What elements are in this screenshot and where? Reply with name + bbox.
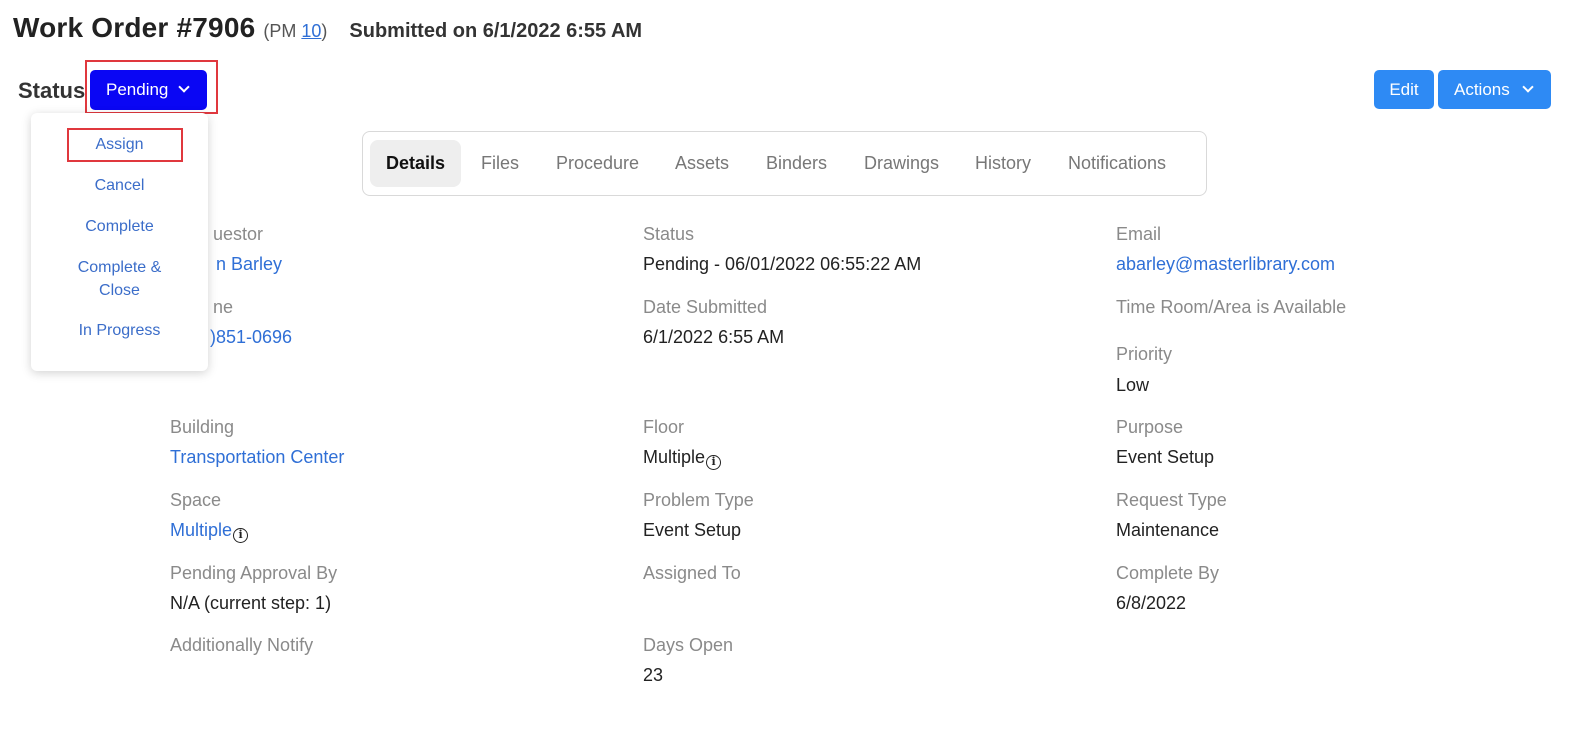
date-submitted-label: Date Submitted	[643, 297, 768, 317]
email-link[interactable]: abarley@masterlibrary.com	[1116, 254, 1335, 275]
tab-drawings[interactable]: Drawings	[864, 140, 939, 187]
date-submitted-value: 6/1/2022 6:55 AM	[643, 327, 785, 347]
status-dropdown-button[interactable]: Pending	[90, 70, 207, 110]
days-open-value: 23	[643, 665, 664, 685]
requestor-link[interactable]: n Barley	[216, 254, 282, 275]
space-value: Multiple	[170, 520, 233, 540]
days-open-label: Days Open	[643, 635, 734, 655]
menu-item-complete-close[interactable]: Complete & Close	[31, 256, 208, 302]
request-type-label: Request Type	[1116, 490, 1227, 510]
chevron-down-icon	[178, 81, 190, 93]
menu-item-in-progress[interactable]: In Progress	[31, 319, 208, 342]
info-icon[interactable]: i	[706, 455, 722, 470]
space-link[interactable]: Multiple i	[170, 520, 249, 543]
menu-item-complete-close-line1: Complete &	[77, 259, 162, 276]
phone-label: ne	[213, 297, 234, 317]
time-room-label: Time Room/Area is Available	[1116, 297, 1347, 317]
request-type-value: Maintenance	[1116, 520, 1220, 540]
priority-value: Low	[1116, 375, 1150, 395]
pm-reference: (PM 10)	[263, 21, 327, 42]
pm-link[interactable]: 10	[301, 21, 321, 41]
status-label: Status	[18, 78, 86, 103]
pm-prefix: (PM	[263, 21, 302, 41]
tab-assets[interactable]: Assets	[675, 140, 729, 187]
tab-details[interactable]: Details	[370, 140, 461, 187]
menu-item-complete[interactable]: Complete	[31, 215, 208, 238]
purpose-label: Purpose	[1116, 417, 1184, 437]
building-link[interactable]: Transportation Center	[170, 447, 344, 468]
email-label: Email	[1116, 224, 1162, 244]
tab-history[interactable]: History	[975, 140, 1031, 187]
status-current: Pending	[106, 80, 169, 99]
floor-value-wrap: Multiple i	[643, 447, 722, 470]
pending-approval-value: N/A (current step: 1)	[170, 593, 332, 613]
tab-procedure[interactable]: Procedure	[556, 140, 639, 187]
assigned-to-label: Assigned To	[643, 563, 741, 583]
chevron-down-icon	[1522, 81, 1534, 93]
phone-link[interactable]: )851-0696	[210, 327, 292, 348]
requestor-label: uestor	[213, 224, 264, 244]
tab-binders[interactable]: Binders	[766, 140, 827, 187]
info-icon[interactable]: i	[233, 528, 249, 543]
submitted-date: Submitted on 6/1/2022 6:55 AM	[349, 20, 643, 42]
problem-type-label: Problem Type	[643, 490, 754, 510]
floor-label: Floor	[643, 417, 685, 437]
priority-label: Priority	[1116, 344, 1173, 364]
tab-notifications[interactable]: Notifications	[1068, 140, 1166, 187]
actions-label: Actions	[1454, 79, 1510, 99]
menu-item-cancel[interactable]: Cancel	[31, 174, 208, 197]
purpose-value: Event Setup	[1116, 447, 1215, 467]
pm-suffix: )	[321, 21, 328, 41]
assign-highlight-frame	[67, 128, 183, 162]
tab-files[interactable]: Files	[481, 140, 519, 187]
status-field-label: Status	[643, 224, 695, 244]
problem-type-value: Event Setup	[643, 520, 742, 540]
floor-value: Multiple	[643, 447, 706, 467]
menu-item-complete-close-line2: Close	[99, 282, 140, 299]
space-label: Space	[170, 490, 222, 510]
complete-by-label: Complete By	[1116, 563, 1220, 583]
building-label: Building	[170, 417, 235, 437]
actions-dropdown-button[interactable]: Actions	[1438, 70, 1551, 109]
status-field-value: Pending - 06/01/2022 06:55:22 AM	[643, 254, 922, 274]
edit-button[interactable]: Edit	[1374, 70, 1434, 109]
page-header: Work Order #7906 (PM 10) Submitted on 6/…	[13, 12, 642, 44]
pending-approval-label: Pending Approval By	[170, 563, 338, 583]
complete-by-value: 6/8/2022	[1116, 593, 1187, 613]
additionally-notify-label: Additionally Notify	[170, 635, 314, 655]
tab-bar: Details Files Procedure Assets Binders D…	[362, 131, 1207, 196]
page-title: Work Order #7906	[13, 12, 256, 43]
